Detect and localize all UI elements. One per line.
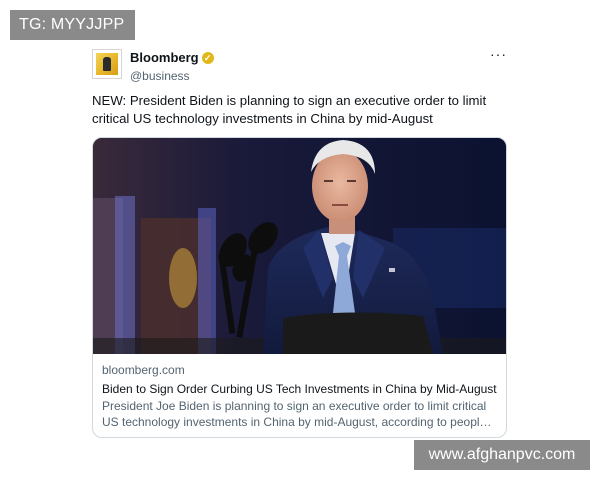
more-options-icon[interactable]: ··· — [490, 47, 507, 61]
author-handle[interactable]: @business — [130, 69, 214, 83]
author-name[interactable]: Bloomberg — [130, 50, 199, 65]
card-image — [93, 138, 506, 354]
link-card[interactable]: bloomberg.com Biden to Sign Order Curbin… — [92, 137, 507, 438]
verified-badge-icon: ✓ — [201, 51, 214, 64]
author-info: Bloomberg ✓ @business — [130, 49, 214, 83]
card-description: President Joe Biden is planning to sign … — [102, 399, 487, 429]
bottom-watermark: www.afghanpvc.com — [414, 440, 590, 470]
card-body: bloomberg.com Biden to Sign Order Curbin… — [93, 354, 506, 437]
card-headline[interactable]: Biden to Sign Order Curbing US Tech Inve… — [102, 381, 497, 397]
tweet-text: NEW: President Biden is planning to sign… — [92, 93, 487, 126]
avatar[interactable] — [92, 49, 122, 79]
tweet[interactable]: Bloomberg ✓ @business ··· NEW: President … — [92, 45, 507, 438]
tweet-header: Bloomberg ✓ @business ··· — [92, 45, 507, 83]
top-watermark: TG: MYYJJPP — [10, 10, 135, 40]
card-domain: bloomberg.com — [102, 363, 185, 377]
